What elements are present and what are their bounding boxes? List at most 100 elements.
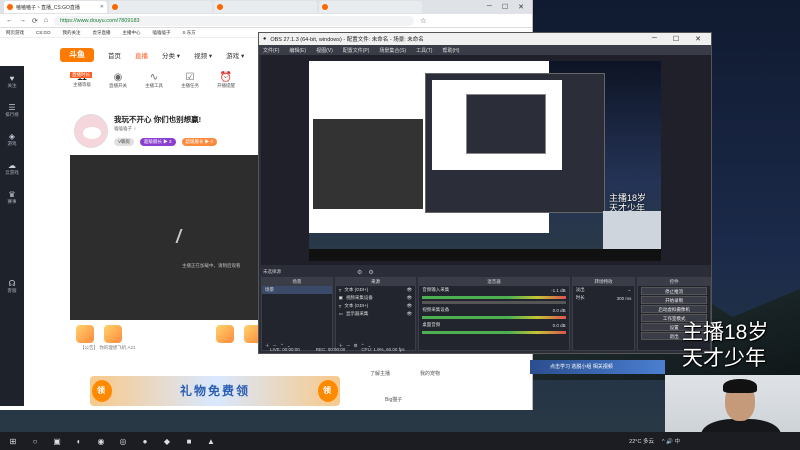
- menu-tools[interactable]: 工具(T): [416, 47, 432, 54]
- task-view-icon[interactable]: ▣: [52, 437, 62, 446]
- avatar[interactable]: [74, 114, 108, 148]
- tab-about[interactable]: 了解主播: [370, 370, 390, 377]
- rail-game[interactable]: ◈ 游戏: [3, 132, 21, 147]
- gift-icon[interactable]: [216, 325, 234, 343]
- douyu-logo[interactable]: 斗鱼: [60, 48, 94, 62]
- menu-scene-collection[interactable]: 场景集合(S): [379, 47, 406, 54]
- notification-toast[interactable]: 点击学习 逃脱小组 相关视频: [530, 360, 665, 374]
- tag-captain[interactable]: 超级舰长 ▶ 3: [140, 138, 176, 146]
- source-item[interactable]: T 文本 (GDI+) 👁: [336, 302, 416, 310]
- url-field[interactable]: https://www.douyu.com/7809183: [54, 15, 415, 26]
- eye-icon[interactable]: 👁: [407, 303, 413, 309]
- nav-game[interactable]: 游戏 ▾: [226, 50, 244, 60]
- stat-tasks[interactable]: ☑ 主播任务: [178, 72, 202, 89]
- streamer-name[interactable]: 嗑嗑嗑子 ♀: [114, 126, 137, 132]
- text-icon: T: [338, 287, 342, 293]
- browser-tab[interactable]: [214, 1, 317, 13]
- close-window-icon[interactable]: ✕: [518, 3, 524, 11]
- video-player[interactable]: 主播正在加载中，请稍后观看: [70, 155, 262, 320]
- bookmark[interactable]: 嗑嗑嗑子: [153, 30, 171, 36]
- volume-slider[interactable]: [422, 301, 566, 304]
- stat-tools[interactable]: ∿ 主播工具: [142, 72, 166, 89]
- close-icon[interactable]: ✕: [100, 4, 104, 10]
- obs-icon[interactable]: ●: [140, 437, 150, 446]
- left-rail: ♥ 关注 ☰ 排行榜 ◈ 游戏 ☁ 云游戏 ♛ 赛事 ☊ 客服: [0, 66, 24, 406]
- eye-icon[interactable]: 👁: [407, 287, 413, 293]
- stat-remind[interactable]: ⏰ 开播提醒: [214, 72, 238, 89]
- obs-preview[interactable]: 主播18岁 天才少年: [261, 55, 711, 265]
- rail-events[interactable]: ♛ 赛事: [3, 190, 21, 205]
- rail-rank[interactable]: ☰ 排行榜: [3, 103, 21, 118]
- source-item[interactable]: ▣ 视频采集设备 👁: [336, 294, 416, 302]
- close-icon[interactable]: ✕: [695, 35, 701, 43]
- reload-icon[interactable]: ⟳: [32, 17, 38, 25]
- search-icon[interactable]: ○: [30, 437, 40, 446]
- browser-tab[interactable]: [109, 1, 212, 13]
- loading-spinner-icon: [175, 229, 191, 243]
- back-icon[interactable]: ←: [6, 17, 13, 24]
- app-icon[interactable]: ■: [184, 437, 194, 446]
- promo-banner[interactable]: 领 礼物免费领 领: [90, 376, 340, 406]
- app-icon[interactable]: ◆: [162, 437, 172, 446]
- bookmark[interactable]: 我的关注: [63, 30, 81, 36]
- eye-icon[interactable]: 👁: [407, 311, 413, 317]
- tag-voice[interactable]: V聊房: [114, 138, 135, 146]
- star-icon[interactable]: ☆: [420, 17, 426, 25]
- gift-icon[interactable]: [76, 325, 94, 343]
- bookmark[interactable]: 主播中心: [123, 30, 141, 36]
- home-icon[interactable]: ⌂: [44, 17, 48, 24]
- maximize-icon[interactable]: ☐: [673, 35, 679, 43]
- steam-icon[interactable]: ◎: [118, 437, 128, 446]
- bookmark[interactable]: S 东方: [183, 30, 196, 36]
- tag-captain-2[interactable]: 超级舰长 ▶ 0: [181, 138, 218, 146]
- source-item[interactable]: T 文本 (GDI+) 👁: [336, 286, 416, 294]
- maximize-icon[interactable]: ☐: [502, 3, 508, 11]
- edge-icon[interactable]: ◐: [74, 437, 84, 446]
- source-item[interactable]: ▭ 显示器采集 👁: [336, 310, 416, 318]
- chrome-icon[interactable]: ◉: [96, 437, 106, 446]
- menu-view[interactable]: 视图(V): [316, 47, 333, 54]
- add-icon[interactable]: ＋: [265, 343, 270, 349]
- bookmark[interactable]: 虎牙直播: [93, 30, 111, 36]
- nav-home[interactable]: 首页: [108, 50, 121, 60]
- obs-window: ● OBS 27.1.3 (64-bit, windows) - 配置文件: 未…: [258, 32, 712, 354]
- rail-follow[interactable]: ♥ 关注: [3, 74, 21, 89]
- channel-level: 0.0 dB: [552, 322, 566, 328]
- properties-gear-icon[interactable]: ⚙: [357, 269, 362, 276]
- scene-item[interactable]: 场景: [262, 286, 332, 294]
- nav-live[interactable]: 直播: [135, 50, 148, 60]
- transition-duration[interactable]: 时长 300 ms: [573, 294, 635, 302]
- weather-widget[interactable]: 22°C 多云: [629, 437, 654, 445]
- eye-icon[interactable]: 👁: [407, 295, 413, 301]
- nav-video[interactable]: 视频 ▾: [194, 50, 212, 60]
- transition-select[interactable]: 淡出 ⌄: [573, 286, 635, 294]
- site-nav: 斗鱼 首页 直播 分类 ▾ 视频 ▾ 游戏 ▾ 鱼吧: [60, 46, 271, 64]
- windows-icon[interactable]: ⊞: [8, 437, 18, 446]
- browser-tab[interactable]: [319, 1, 422, 13]
- menu-edit[interactable]: 编辑(E): [289, 47, 306, 54]
- menu-file[interactable]: 文件(F): [263, 47, 279, 54]
- tab-pet[interactable]: 我的宠物: [420, 370, 440, 377]
- obs-menubar: 文件(F) 编辑(E) 视图(V) 配置文件(P) 场景集合(S) 工具(T) …: [259, 45, 711, 55]
- nav-category[interactable]: 分类 ▾: [162, 50, 180, 60]
- minimize-icon[interactable]: ─: [652, 35, 657, 43]
- tray-icons[interactable]: ^ 🔊 中: [662, 437, 680, 445]
- stop-stream-button[interactable]: 停止推流: [641, 287, 707, 295]
- browser-tab-active[interactable]: 嗑嗑嗑子丶直播_CS:GO直播 ✕: [4, 1, 107, 13]
- menu-profile[interactable]: 配置文件(P): [343, 47, 370, 54]
- filter-icon[interactable]: ⚙: [368, 269, 373, 276]
- virtual-cam-button[interactable]: 启动虚拟摄像机: [641, 305, 707, 313]
- bookmark[interactable]: 网页游戏: [6, 30, 24, 36]
- gift-icon[interactable]: [104, 325, 122, 343]
- rail-service[interactable]: ☊ 客服: [3, 279, 21, 294]
- minimize-icon[interactable]: ─: [487, 3, 492, 11]
- cpu-fps: CPU: 1.9%, 60.00 fps: [361, 347, 405, 352]
- forward-icon[interactable]: →: [19, 17, 26, 24]
- start-record-button[interactable]: 开始录制: [641, 296, 707, 304]
- bookmark[interactable]: CS:GO: [36, 30, 51, 35]
- stat-switch[interactable]: ◉ 直播开关: [106, 72, 130, 89]
- rail-cloudgame[interactable]: ☁ 云游戏: [3, 161, 21, 176]
- menu-help[interactable]: 帮助(H): [442, 47, 459, 54]
- live-time: LIVE: 00:00:00: [270, 347, 300, 352]
- app-icon[interactable]: ▲: [206, 437, 216, 446]
